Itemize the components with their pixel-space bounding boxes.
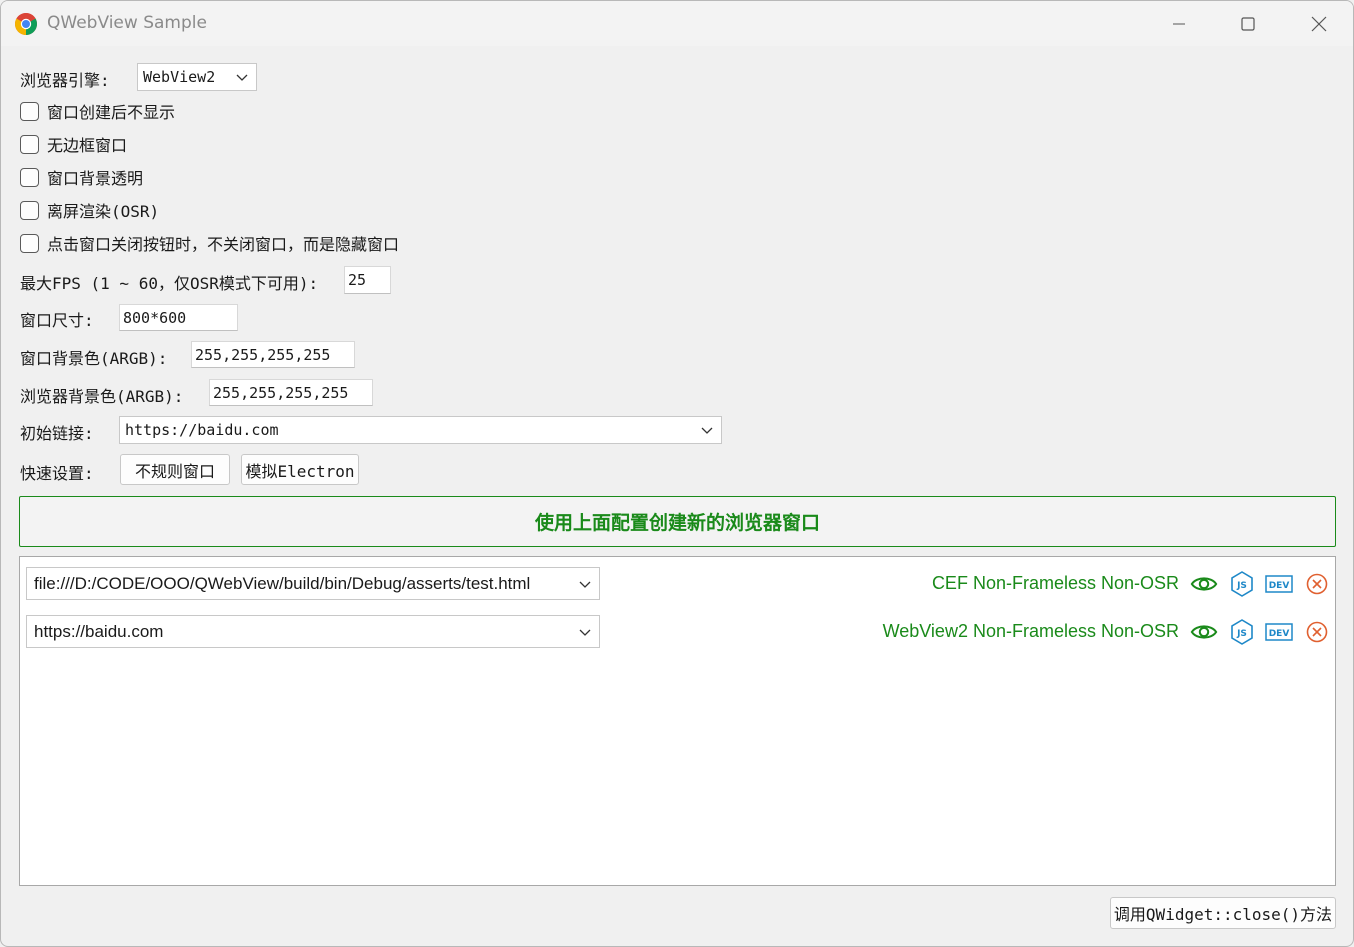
devtools-button[interactable]: DEV [1265, 570, 1293, 598]
browser-url-combo[interactable]: file:///D:/CODE/OOO/QWebView/build/bin/D… [26, 567, 600, 600]
eye-icon [1190, 577, 1218, 591]
close-window-button[interactable] [1284, 1, 1353, 46]
irregular-window-button[interactable]: 不规则窗口 [120, 454, 230, 485]
maximize-icon [1241, 16, 1255, 31]
checkbox-label: 离屏渲染(OSR) [47, 202, 160, 221]
initial-url-label: 初始链接: [20, 424, 94, 443]
window-title: QWebView Sample [47, 13, 207, 33]
browser-bg-label: 浏览器背景色(ARGB): [20, 387, 184, 406]
browser-url-value: https://baidu.com [34, 621, 164, 641]
engine-select-value: WebView2 [143, 68, 216, 86]
main-window: QWebView Sample 浏览器引擎: WebView2 窗口创建后不显示… [0, 0, 1354, 947]
fps-label: 最大FPS (1 ~ 60，仅OSR模式下可用): [20, 274, 319, 293]
eye-icon [1190, 625, 1218, 639]
window-bg-input[interactable]: 255,255,255,255 [191, 341, 355, 368]
checkbox-box[interactable] [20, 134, 39, 154]
size-value: 800*600 [123, 308, 187, 327]
checkbox-label: 无边框窗口 [47, 136, 128, 155]
window-bg-label: 窗口背景色(ARGB): [20, 349, 168, 368]
devtools-button[interactable]: DEV [1265, 618, 1293, 646]
minimize-button[interactable] [1144, 1, 1214, 46]
browser-bg-value: 255,255,255,255 [213, 383, 349, 402]
chevron-down-icon [236, 74, 248, 81]
checkbox-box[interactable] [20, 167, 39, 187]
chrome-icon [15, 13, 37, 35]
checkbox-hide-on-create[interactable]: 窗口创建后不显示 [20, 100, 175, 122]
js-button[interactable]: JS [1228, 570, 1256, 598]
show-button[interactable] [1190, 570, 1218, 598]
js-button[interactable]: JS [1228, 618, 1256, 646]
maximize-button[interactable] [1213, 1, 1283, 46]
initial-url-combo[interactable]: https://baidu.com [119, 416, 722, 444]
checkbox-box[interactable] [20, 233, 39, 253]
close-icon [1311, 16, 1327, 31]
dev-icon: DEV [1265, 575, 1293, 593]
checkbox-box[interactable] [20, 101, 39, 121]
javascript-icon: JS [1231, 571, 1253, 597]
browser-bg-input[interactable]: 255,255,255,255 [209, 379, 373, 406]
window-bg-value: 255,255,255,255 [195, 345, 331, 364]
fps-input[interactable]: 25 [344, 266, 391, 294]
svg-text:DEV: DEV [1269, 629, 1290, 639]
checkbox-label: 窗口背景透明 [47, 169, 144, 188]
fps-value: 25 [348, 271, 367, 289]
dev-icon: DEV [1265, 623, 1293, 641]
close-browser-button[interactable] [1303, 570, 1331, 598]
browser-status: CEF Non-Frameless Non-OSR [931, 573, 1179, 593]
call-close-method-button[interactable]: 调用QWidget::close()方法 [1110, 897, 1336, 929]
checkbox-label: 窗口创建后不显示 [47, 103, 176, 122]
engine-select[interactable]: WebView2 [137, 63, 257, 91]
size-label: 窗口尺寸: [20, 311, 94, 330]
checkbox-box[interactable] [20, 200, 39, 220]
svg-text:JS: JS [1236, 629, 1247, 639]
create-browser-window-button[interactable]: 使用上面配置创建新的浏览器窗口 [19, 496, 1336, 547]
simulate-electron-button[interactable]: 模拟Electron [241, 454, 359, 485]
size-input[interactable]: 800*600 [119, 304, 238, 331]
browser-status: WebView2 Non-Frameless Non-OSR [882, 621, 1179, 641]
list-item: file:///D:/CODE/OOO/QWebView/build/bin/D… [26, 567, 1329, 601]
close-browser-button[interactable] [1303, 618, 1331, 646]
browser-url-combo[interactable]: https://baidu.com [26, 615, 600, 648]
initial-url-value: https://baidu.com [125, 421, 279, 439]
title-bar[interactable]: QWebView Sample [1, 1, 1353, 46]
close-circle-icon [1306, 621, 1328, 643]
javascript-icon: JS [1231, 619, 1253, 645]
svg-text:JS: JS [1236, 581, 1247, 591]
minimize-icon [1173, 23, 1185, 24]
checkbox-frameless[interactable]: 无边框窗口 [20, 133, 127, 155]
show-button[interactable] [1190, 618, 1218, 646]
checkbox-osr[interactable]: 离屏渲染(OSR) [20, 199, 159, 221]
chevron-down-icon [579, 629, 591, 636]
checkbox-transparent-bg[interactable]: 窗口背景透明 [20, 166, 143, 188]
checkbox-hide-on-close[interactable]: 点击窗口关闭按钮时，不关闭窗口，而是隐藏窗口 [20, 232, 399, 254]
browser-list: file:///D:/CODE/OOO/QWebView/build/bin/D… [19, 556, 1336, 886]
list-item: https://baidu.com WebView2 Non-Frameless… [26, 615, 1329, 649]
chevron-down-icon [579, 581, 591, 588]
svg-text:DEV: DEV [1269, 581, 1290, 591]
close-circle-icon [1306, 573, 1328, 595]
quick-settings-label: 快速设置: [20, 464, 94, 483]
engine-label: 浏览器引擎: [20, 71, 110, 90]
browser-url-value: file:///D:/CODE/OOO/QWebView/build/bin/D… [34, 573, 531, 593]
checkbox-label: 点击窗口关闭按钮时，不关闭窗口，而是隐藏窗口 [47, 235, 400, 254]
chevron-down-icon [701, 427, 713, 434]
